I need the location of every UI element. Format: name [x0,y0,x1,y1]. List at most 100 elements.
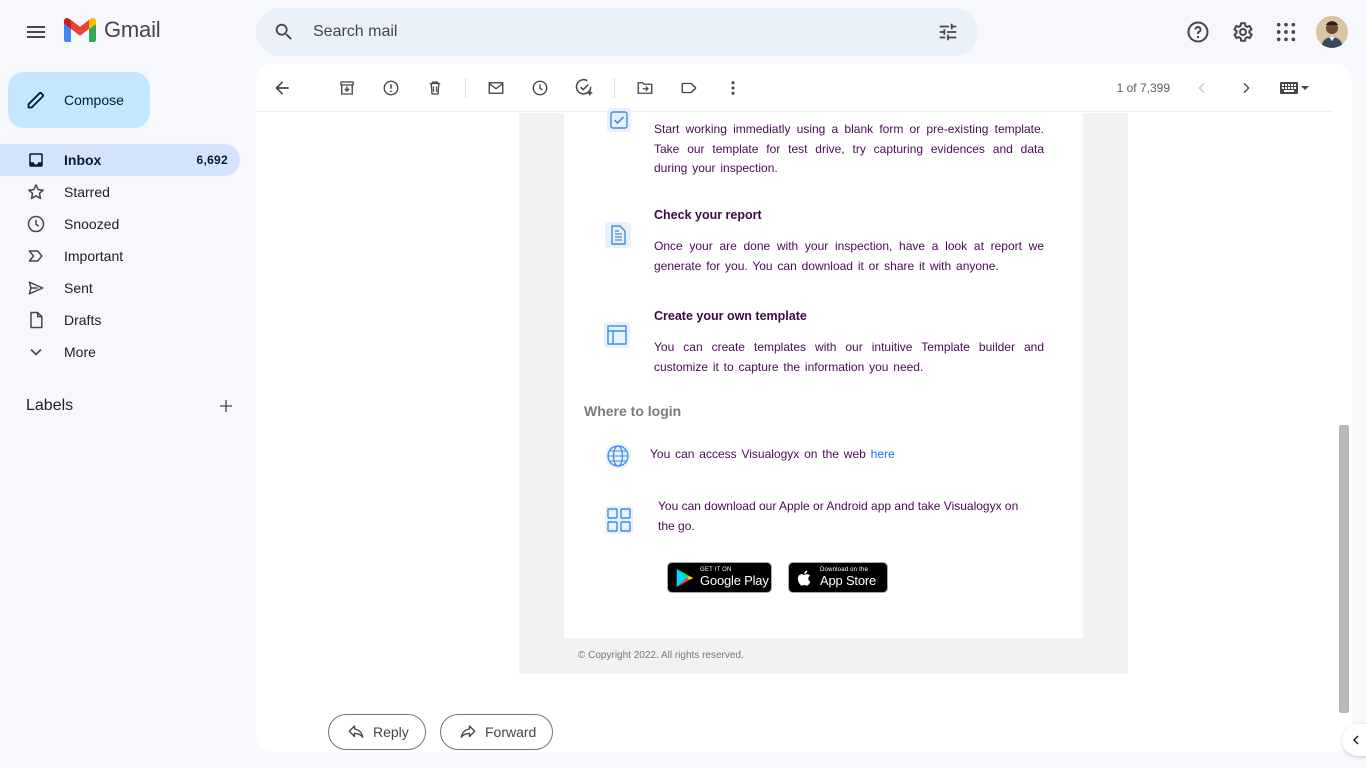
labels-button[interactable] [669,68,709,108]
side-panel-toggle[interactable] [1342,724,1366,756]
delete-button[interactable] [415,68,455,108]
reply-icon [348,725,364,738]
forward-icon [460,725,476,738]
reply-label: Reply [373,724,409,740]
chevron-right-icon [1243,82,1250,94]
settings-button[interactable] [1222,12,1262,52]
account-avatar[interactable] [1316,16,1348,48]
google-play-big: Google Play [700,573,769,588]
search-icon [275,23,292,40]
gmail-logo-text: Gmail [104,17,161,42]
report-icon [383,80,399,95]
google-play-label: GET IT ON Google Play [700,567,769,588]
sidebar-item-inbox[interactable]: Inbox 6,692 [0,144,240,176]
chevron-down-icon [26,342,46,362]
forward-label: Forward [485,724,537,740]
star-icon [26,182,46,202]
help-icon [1187,21,1209,43]
avatar-image [1316,16,1348,48]
mark-unread-button[interactable] [476,68,516,108]
copyright-text: © Copyright 2022. All rights reserved. [578,650,744,661]
reply-button[interactable]: Reply [328,714,426,750]
gmail-logo[interactable]: Gmail [64,17,161,43]
chevron-left-icon [1198,82,1205,94]
sidebar-item-label: Starred [64,184,110,200]
search-options-button[interactable] [924,8,972,56]
toolbar-divider [614,77,615,98]
report-spam-button[interactable] [371,68,411,108]
feature-description: Once your are done with your inspection,… [654,239,1044,273]
google-play-icon [676,568,694,587]
document-icon [603,220,633,250]
sidebar-item-starred[interactable]: Starred [0,176,240,208]
sidebar-item-drafts[interactable]: Drafts [0,304,240,336]
snooze-button[interactable] [520,68,560,108]
search-bar[interactable]: Search mail [256,8,978,56]
feature-title: Create your own template [654,309,807,323]
support-button[interactable] [1178,12,1218,52]
trash-icon [429,80,441,95]
more-options-button[interactable] [713,68,753,108]
archive-button[interactable] [327,68,367,108]
apps-button[interactable] [1266,12,1306,52]
email-body-frame: Start working immediatly using a blank f… [519,108,1128,674]
template-layout-icon [602,320,632,350]
toolbar-divider [465,77,466,98]
gmail-m-icon [64,18,96,42]
clock-icon [532,80,548,95]
app-download-text: You can download our Apple or Android ap… [658,499,1019,533]
search-input[interactable]: Search mail [308,23,924,41]
sidebar-item-more[interactable]: More [0,336,240,368]
compose-button[interactable]: Compose [8,72,150,128]
create-label-button[interactable] [214,394,238,418]
clock-icon [26,214,46,234]
web-access-label: You can access Visualogyx on the web [650,447,866,461]
app-store-badge[interactable]: Download on the App Store [788,562,888,593]
newer-button[interactable] [1182,68,1222,108]
main-menu-button[interactable] [16,12,56,52]
search-button[interactable] [260,8,308,56]
input-tools-button[interactable] [1280,81,1310,95]
older-button[interactable] [1226,68,1266,108]
sidebar-item-important[interactable]: Important [0,240,240,272]
web-login-link[interactable]: here [871,447,895,461]
sidebar-item-label: Sent [64,280,93,296]
top-bar: Gmail Search mail [0,0,1366,64]
email-body-card: Start working immediatly using a blank f… [564,108,1083,638]
apps-download-icon [604,505,634,535]
back-button[interactable] [262,68,302,108]
nav-list: Inbox 6,692 Starred Snoozed Important Se… [0,144,256,368]
web-access-text: You can access Visualogyx on the web her… [650,445,1050,465]
apple-icon [797,569,811,586]
tune-icon [939,23,957,41]
pencil-icon [27,92,44,109]
add-to-tasks-button[interactable] [564,68,604,108]
globe-icon [603,441,633,471]
scrollbar-thumb[interactable] [1339,425,1349,713]
section-title: Where to login [584,403,682,419]
move-to-button[interactable] [625,68,665,108]
forward-button[interactable]: Forward [440,714,554,750]
folder-move-icon [637,81,653,94]
sidebar-item-label: More [64,344,96,360]
send-icon [26,278,46,298]
sidebar-item-label: Drafts [64,312,102,328]
google-play-badge[interactable]: GET IT ON Google Play [667,562,772,593]
keyboard-icon [1280,82,1298,94]
sidebar-item-sent[interactable]: Sent [0,272,240,304]
caret-down-icon [1301,86,1309,90]
arrow-back-icon [275,80,289,95]
add-task-icon [575,78,593,95]
more-vert-icon [731,80,735,95]
sidebar-item-label: Important [64,248,124,264]
app-store-label: Download on the App Store [820,567,876,588]
labels-title: Labels [26,397,74,414]
labels-header: Labels [26,396,240,416]
unread-count: 6,692 [196,153,228,167]
draft-icon [26,310,46,330]
app-store-big: App Store [820,573,877,588]
plus-icon [220,400,232,412]
sidebar-item-snoozed[interactable]: Snoozed [0,208,240,240]
checkbox-form-icon [604,105,634,135]
